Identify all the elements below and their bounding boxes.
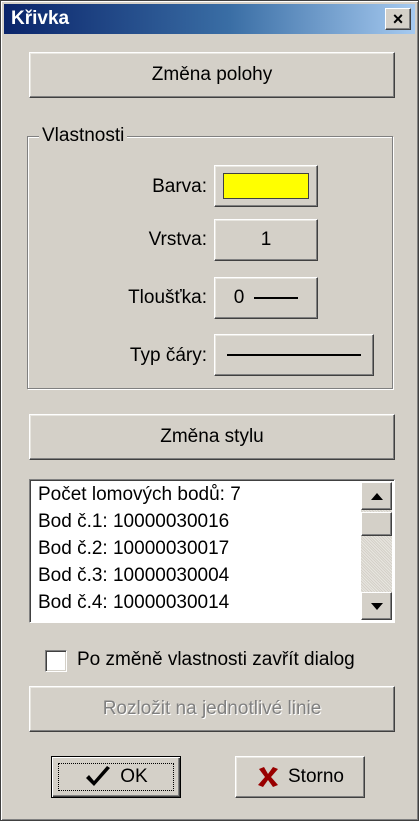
scroll-up-button[interactable] — [361, 482, 392, 510]
list-scrollbar[interactable] — [361, 482, 392, 620]
thickness-line-sample — [254, 297, 299, 299]
thickness-label: Tloušťka: — [128, 287, 207, 308]
list-item[interactable]: Počet lomových bodů: 7 — [38, 484, 241, 506]
cancel-button[interactable]: Storno — [235, 756, 365, 798]
properties-group-title: Vlastnosti — [39, 125, 128, 147]
scroll-down-button[interactable] — [361, 592, 392, 620]
position-change-button[interactable]: Změna polohy — [29, 52, 395, 98]
close-icon: × — [392, 9, 404, 29]
points-listbox[interactable]: Počet lomových bodů: 7 Bod č.1: 10000030… — [29, 479, 395, 623]
list-item[interactable]: Bod č.4: 10000030014 — [38, 592, 229, 614]
list-item[interactable]: Bod č.3: 10000030004 — [38, 565, 229, 587]
thickness-value: 0 — [233, 287, 245, 308]
focus-rectangle — [58, 763, 174, 791]
close-after-change-checkbox[interactable] — [45, 650, 67, 672]
layer-label: Vrstva: — [148, 229, 207, 250]
color-button[interactable] — [214, 165, 318, 207]
title-bar[interactable]: Křivka × — [4, 4, 415, 34]
layer-button[interactable]: 1 — [214, 219, 318, 261]
ok-label: OK — [120, 766, 148, 787]
ok-button[interactable]: OK — [51, 756, 181, 798]
line-type-sample — [227, 354, 361, 356]
decompose-button[interactable]: Rozložit na jednotlivé linie — [29, 686, 395, 732]
arrow-down-icon — [370, 602, 383, 610]
scroll-thumb[interactable] — [361, 512, 392, 536]
color-swatch — [223, 173, 309, 199]
color-label: Barva: — [152, 176, 207, 197]
decompose-label: Rozložit na jednotlivé linie — [102, 698, 322, 719]
arrow-up-icon — [370, 492, 383, 500]
line-type-button[interactable] — [214, 334, 374, 376]
red-x-icon — [256, 765, 280, 789]
list-item[interactable]: Bod č.2: 10000030017 — [38, 538, 229, 560]
style-change-button[interactable]: Změna stylu — [29, 414, 395, 460]
thickness-button[interactable]: 0 — [214, 277, 318, 319]
list-item[interactable]: Bod č.1: 10000030016 — [38, 511, 229, 533]
cancel-label: Storno — [288, 766, 344, 787]
position-change-label: Změna polohy — [151, 64, 273, 85]
layer-value: 1 — [260, 229, 272, 250]
close-button[interactable]: × — [385, 8, 411, 30]
checkmark-icon — [84, 765, 112, 789]
line-type-label: Typ čáry: — [129, 345, 207, 366]
close-after-change-label[interactable]: Po změně vlastnosti zavřít dialog — [77, 649, 355, 671]
style-change-label: Změna stylu — [160, 426, 264, 447]
dialog-title: Křivka — [11, 8, 70, 29]
curve-dialog: Křivka × Změna polohy Vlastnosti Barva: … — [0, 0, 419, 821]
